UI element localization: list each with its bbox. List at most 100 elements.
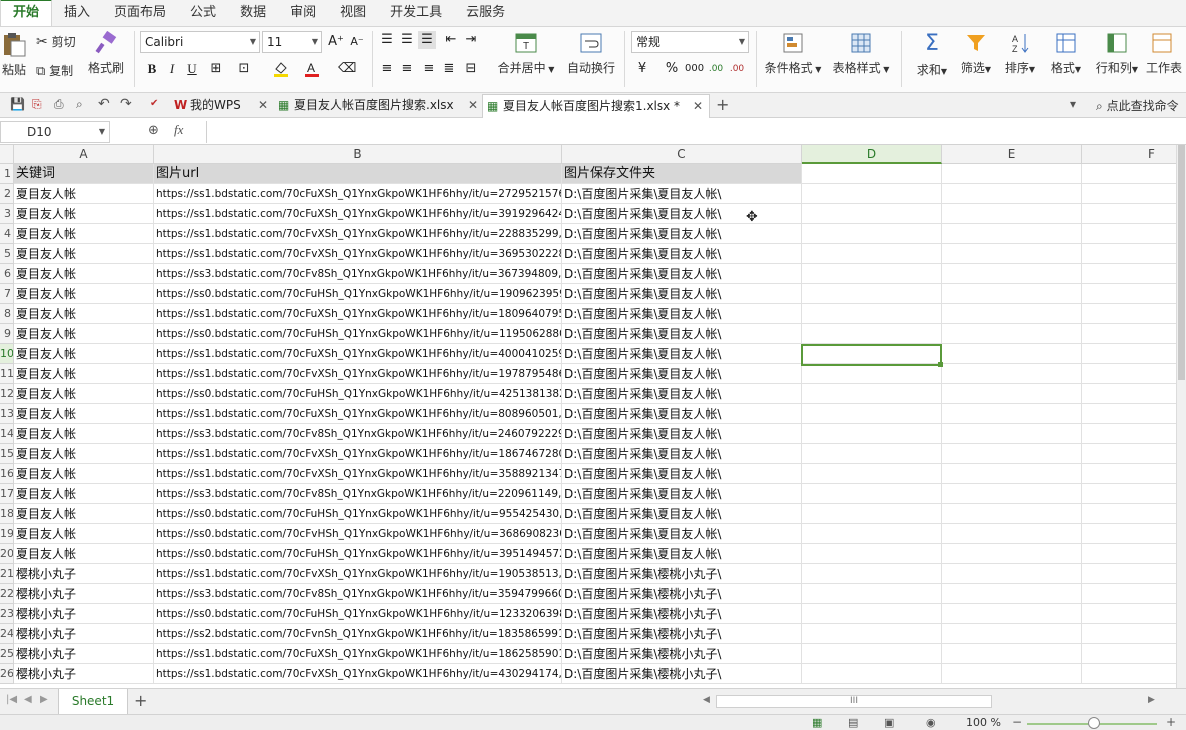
row-header[interactable]: 5 <box>0 244 14 264</box>
cell[interactable] <box>942 624 1082 644</box>
cell[interactable] <box>1082 644 1176 664</box>
cell[interactable]: https://ss1.bdstatic.com/70cFvXSh_Q1YnxG… <box>154 224 562 244</box>
cell[interactable] <box>802 424 942 444</box>
cell[interactable]: D:\百度图片采集\夏目友人帐\ <box>562 444 802 464</box>
cell[interactable]: 樱桃小丸子 <box>14 644 154 664</box>
cell[interactable]: https://ss0.bdstatic.com/70cFvHSh_Q1YnxG… <box>154 524 562 544</box>
cell[interactable]: 夏目友人帐 <box>14 404 154 424</box>
cell[interactable] <box>802 444 942 464</box>
cell[interactable] <box>942 164 1082 184</box>
scroll-left-icon[interactable]: ◀ <box>703 695 710 705</box>
cell[interactable]: https://ss0.bdstatic.com/70cFuHSh_Q1YnxG… <box>154 324 562 344</box>
cell[interactable] <box>1082 204 1176 224</box>
row-header[interactable]: 18 <box>0 504 14 524</box>
cell[interactable]: D:\百度图片采集\樱桃小丸子\ <box>562 584 802 604</box>
cell[interactable] <box>942 364 1082 384</box>
cell[interactable] <box>1082 464 1176 484</box>
cell[interactable]: 图片保存文件夹 <box>562 164 802 184</box>
cell[interactable]: 樱桃小丸子 <box>14 564 154 584</box>
menu-view[interactable]: 视图 <box>328 0 378 26</box>
cell[interactable] <box>802 284 942 304</box>
merge-style-button[interactable]: ⊡ <box>235 60 253 78</box>
cell[interactable] <box>1082 624 1176 644</box>
align-bottom-button[interactable]: ☰ <box>418 31 436 49</box>
bold-button[interactable]: B <box>143 60 161 78</box>
cell[interactable]: D:\百度图片采集\樱桃小丸子\ <box>562 564 802 584</box>
cell[interactable] <box>802 504 942 524</box>
cell[interactable] <box>1082 424 1176 444</box>
increase-indent-button[interactable]: ⇥ <box>462 31 480 49</box>
cell[interactable]: https://ss0.bdstatic.com/70cFuHSh_Q1YnxG… <box>154 284 562 304</box>
tab-file-2-active[interactable]: ▦ 夏目友人帐百度图片搜索1.xlsx * ✕ <box>482 94 710 118</box>
cell[interactable]: D:\百度图片采集\夏目友人帐\ <box>562 224 802 244</box>
cell[interactable]: 夏目友人帐 <box>14 284 154 304</box>
cell[interactable] <box>942 404 1082 424</box>
copy-button[interactable]: ⧉ 复制 <box>36 62 73 79</box>
close-icon[interactable]: ✕ <box>468 94 478 116</box>
cell[interactable]: D:\百度图片采集\夏目友人帐\ <box>562 304 802 324</box>
cell[interactable]: 夏目友人帐 <box>14 204 154 224</box>
percent-button[interactable]: % <box>663 60 681 78</box>
cell[interactable] <box>1082 564 1176 584</box>
cell[interactable]: 图片url <box>154 164 562 184</box>
row-header[interactable]: 16 <box>0 464 14 484</box>
cell[interactable]: 樱桃小丸子 <box>14 584 154 604</box>
row-header[interactable]: 24 <box>0 624 14 644</box>
cell[interactable] <box>1082 484 1176 504</box>
tab-my-wps[interactable]: W 我的WPS ✕ <box>170 94 274 118</box>
cell[interactable]: 夏目友人帐 <box>14 224 154 244</box>
cell[interactable] <box>1082 164 1176 184</box>
row-header[interactable]: 14 <box>0 424 14 444</box>
cell[interactable]: 樱桃小丸子 <box>14 624 154 644</box>
cell[interactable]: 夏目友人帐 <box>14 184 154 204</box>
cell[interactable] <box>942 204 1082 224</box>
menu-insert[interactable]: 插入 <box>52 0 102 26</box>
cell[interactable] <box>1082 584 1176 604</box>
cell[interactable] <box>1082 664 1176 684</box>
row-header[interactable]: 2 <box>0 184 14 204</box>
horizontal-scrollbar-thumb[interactable]: III <box>716 695 992 708</box>
cell[interactable] <box>1082 384 1176 404</box>
cell[interactable]: D:\百度图片采集\夏目友人帐\ <box>562 284 802 304</box>
cell[interactable] <box>1082 544 1176 564</box>
column-header-e[interactable]: E <box>942 145 1082 164</box>
cell[interactable]: https://ss1.bdstatic.com/70cFuXSh_Q1YnxG… <box>154 204 562 224</box>
cell[interactable]: 夏目友人帐 <box>14 364 154 384</box>
cell[interactable] <box>802 584 942 604</box>
cell[interactable]: 关键词 <box>14 164 154 184</box>
zoom-slider-knob[interactable] <box>1088 717 1100 729</box>
cell[interactable] <box>942 264 1082 284</box>
cell[interactable] <box>802 664 942 684</box>
cell[interactable]: https://ss1.bdstatic.com/70cFvXSh_Q1YnxG… <box>154 444 562 464</box>
cell[interactable] <box>802 184 942 204</box>
row-header[interactable]: 13 <box>0 404 14 424</box>
cell[interactable]: https://ss1.bdstatic.com/70cFvXSh_Q1YnxG… <box>154 244 562 264</box>
cell[interactable] <box>1082 524 1176 544</box>
distribute-button[interactable]: ⊟ <box>462 60 480 78</box>
cell[interactable] <box>802 484 942 504</box>
cell[interactable] <box>942 604 1082 624</box>
thousands-button[interactable]: 000 <box>685 60 704 78</box>
cell[interactable] <box>942 524 1082 544</box>
cell[interactable]: https://ss3.bdstatic.com/70cFv8Sh_Q1YnxG… <box>154 424 562 444</box>
cell[interactable]: 夏目友人帐 <box>14 524 154 544</box>
cell[interactable] <box>1082 404 1176 424</box>
spreadsheet-grid[interactable]: A B C D E F 1 关键词 图片url 图片保存文件夹 2 夏目友人帐 https:… <box>0 145 1176 688</box>
cell[interactable]: https://ss1.bdstatic.com/70cFuXSh_Q1YnxG… <box>154 644 562 664</box>
cell[interactable]: https://ss1.bdstatic.com/70cFuXSh_Q1YnxG… <box>154 304 562 324</box>
cell[interactable] <box>1082 284 1176 304</box>
row-header[interactable]: 23 <box>0 604 14 624</box>
cell[interactable] <box>942 184 1082 204</box>
table-style-button[interactable]: 表格样式 ▼ <box>830 31 892 76</box>
cell[interactable]: 夏目友人帐 <box>14 484 154 504</box>
insert-function-icon[interactable]: fx <box>174 122 183 138</box>
selected-cell-d10[interactable] <box>801 344 942 366</box>
align-middle-button[interactable]: ☰ <box>398 31 416 49</box>
cell[interactable]: 樱桃小丸子 <box>14 604 154 624</box>
increase-decimal-button[interactable]: .00 <box>707 60 725 78</box>
cell[interactable]: D:\百度图片采集\夏目友人帐\ <box>562 524 802 544</box>
column-header-d[interactable]: D <box>802 145 942 164</box>
next-sheet-icon[interactable]: ▶ <box>40 694 48 705</box>
merge-center-button[interactable]: T 合并居中 ▼ <box>494 31 558 76</box>
row-header[interactable]: 20 <box>0 544 14 564</box>
